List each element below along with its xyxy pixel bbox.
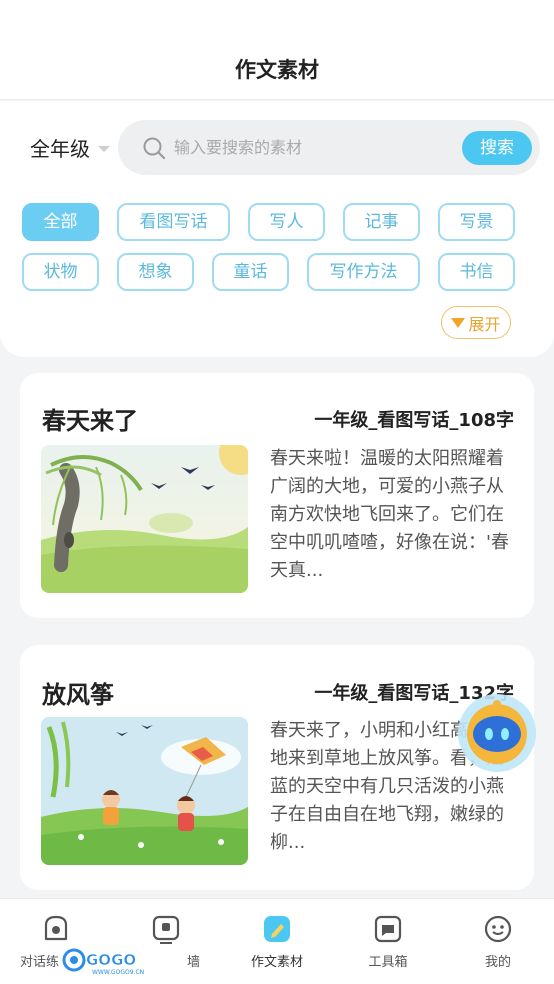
article-image [41, 445, 248, 593]
robot-icon [458, 694, 536, 772]
search-icon [143, 137, 166, 160]
kite-illustration [41, 717, 248, 865]
profile-icon [484, 915, 512, 943]
expand-label: 展开 [468, 314, 501, 334]
search-input[interactable] [174, 132, 454, 162]
essay-material-icon [264, 916, 290, 942]
nav-label: 工具箱 [368, 955, 408, 970]
search-bar: 搜索 [118, 120, 540, 175]
tag-imagination[interactable]: 想象 [117, 253, 194, 291]
tag-scenery[interactable]: 写景 [438, 203, 515, 241]
caret-down-icon [98, 145, 110, 152]
article-title: 放风筝 [42, 681, 114, 709]
article-title: 春天来了 [42, 407, 138, 435]
grade-dropdown-label: 全年级 [30, 137, 90, 161]
article-image [41, 717, 248, 865]
tag-fairy-tale[interactable]: 童话 [212, 253, 289, 291]
nav-toolbox[interactable]: 工具箱 [338, 911, 438, 970]
chat-practice-icon [44, 915, 68, 941]
article-card[interactable]: 春天来了 一年级_看图写话_108字 春天来啦！温暖的太阳照耀着广阔的大地，可爱… [20, 373, 534, 618]
tag-all[interactable]: 全部 [22, 203, 99, 241]
watermark-brand: GOGO手游网 [86, 951, 180, 969]
filter-panel: 全年级 搜索 全部 看图写话 写人 记事 写景 状物 想象 童话 写作方法 书信… [0, 101, 554, 357]
assistant-robot-button[interactable] [456, 692, 538, 774]
gogo-logo: GOGO手游网 WWW.GOGO9.CN [62, 948, 181, 976]
tag-objects[interactable]: 状物 [22, 253, 99, 291]
tag-writing-methods[interactable]: 写作方法 [307, 253, 420, 291]
top-bar: 作文素材 [0, 0, 554, 100]
expand-button[interactable]: 展开 [441, 306, 511, 339]
spring-illustration [41, 445, 248, 593]
search-button[interactable]: 搜索 [462, 131, 532, 165]
grade-dropdown[interactable]: 全年级 [30, 133, 110, 162]
tag-picture-writing[interactable]: 看图写话 [117, 203, 230, 241]
nav-label: 作文素材 [250, 955, 303, 970]
article-excerpt: 春天来啦！温暖的太阳照耀着广阔的大地，可爱的小燕子从南方欢快地飞回来了。它们在空… [270, 448, 509, 581]
nav-essay-material[interactable]: 作文素材 [227, 911, 327, 970]
page-title: 作文素材 [235, 58, 319, 82]
watermark-logo: GOGO手游网 WWW.GOGO9.CN [62, 946, 181, 976]
nav-label: 我的 [484, 955, 511, 970]
triangle-down-icon [451, 317, 466, 328]
nav-profile[interactable]: 我的 [448, 911, 548, 970]
wall-icon [152, 915, 180, 944]
tag-events[interactable]: 记事 [343, 203, 420, 241]
watermark-url: WWW.GOGO9.CN [92, 969, 144, 976]
toolbox-icon [374, 915, 402, 943]
article-meta: 一年级_看图写话_108字 [314, 410, 514, 431]
tag-letters[interactable]: 书信 [438, 253, 515, 291]
tag-people[interactable]: 写人 [248, 203, 325, 241]
